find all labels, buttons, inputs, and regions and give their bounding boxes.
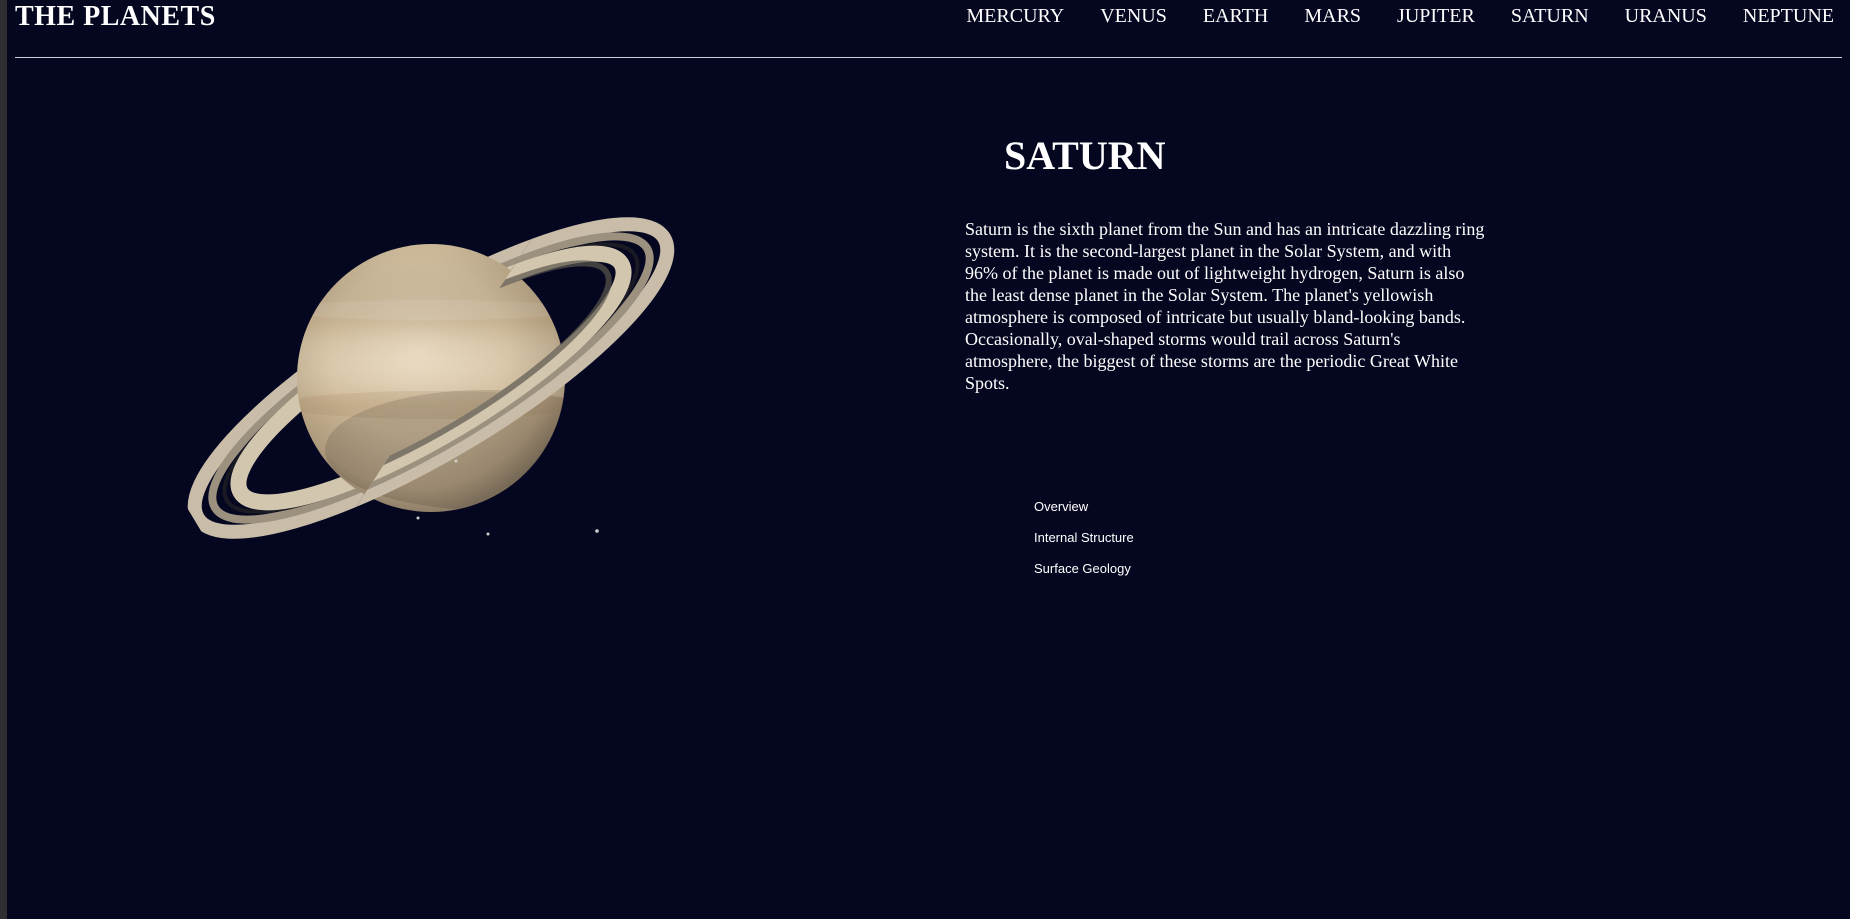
- section-link-overview[interactable]: Overview: [1034, 497, 1134, 517]
- section-link-surface-geology[interactable]: Surface Geology: [1034, 559, 1134, 579]
- planet-nav: MERCURY VENUS EARTH MARS JUPITER SATURN …: [930, 3, 1834, 29]
- site-header: THE PLANETS MERCURY VENUS EARTH MARS JUP…: [7, 0, 1850, 58]
- planet-title: SATURN: [1004, 133, 1166, 178]
- nav-link-mars[interactable]: MARS: [1304, 3, 1361, 29]
- nav-link-venus[interactable]: VENUS: [1100, 3, 1167, 29]
- page: THE PLANETS MERCURY VENUS EARTH MARS JUP…: [7, 0, 1850, 919]
- header-divider: [15, 57, 1842, 58]
- nav-link-jupiter[interactable]: JUPITER: [1397, 3, 1475, 29]
- site-title[interactable]: THE PLANETS: [15, 1, 216, 33]
- nav-link-uranus[interactable]: URANUS: [1625, 3, 1707, 29]
- planet-description: Saturn is the sixth planet from the Sun …: [965, 219, 1485, 393]
- nav-link-neptune[interactable]: NEPTUNE: [1743, 3, 1834, 29]
- section-link-internal-structure[interactable]: Internal Structure: [1034, 528, 1134, 548]
- nav-link-earth[interactable]: EARTH: [1203, 3, 1268, 29]
- nav-link-saturn[interactable]: SATURN: [1511, 3, 1589, 29]
- nav-link-mercury[interactable]: MERCURY: [966, 3, 1064, 29]
- window-left-edge: [0, 0, 7, 919]
- saturn-image: [187, 217, 675, 539]
- section-nav: Overview Internal Structure Surface Geol…: [1034, 497, 1134, 579]
